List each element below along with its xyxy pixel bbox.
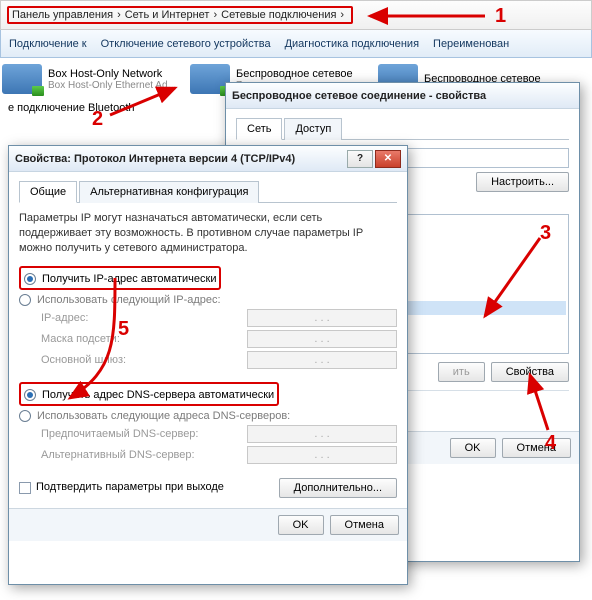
breadcrumb-a[interactable]: Панель управления [12, 9, 113, 21]
field-label: Маска подсети: [41, 333, 120, 345]
field-label: Основной шлюз: [41, 354, 126, 366]
breadcrumb-c[interactable]: Сетевые подключения [221, 9, 336, 21]
network-icon [190, 64, 230, 94]
window-title: Свойства: Протокол Интернета версии 4 (T… [15, 153, 295, 165]
window-titlebar[interactable]: Свойства: Протокол Интернета версии 4 (T… [9, 146, 407, 172]
highlight-auto-ip: Получить IP-адрес автоматически [19, 266, 221, 290]
checkbox-icon [19, 482, 31, 494]
toolbar: Подключение к Отключение сетевого устрой… [0, 30, 592, 58]
tab-general[interactable]: Общие [19, 181, 77, 203]
net-title: Беспроводное сетевое [236, 68, 353, 80]
radio-label: Использовать следующий IP-адрес: [37, 294, 221, 306]
ip-address-field: . . . [247, 309, 397, 327]
field-label: IP-адрес: [41, 312, 88, 324]
net-sub: Box Host-Only Ethernet Ad… [48, 80, 178, 91]
tabs: Общие Альтернативная конфигурация [19, 180, 397, 203]
help-button[interactable]: ? [347, 150, 373, 168]
configure-button[interactable]: Настроить... [476, 172, 569, 192]
properties-button[interactable]: Свойства [491, 362, 569, 382]
radio-label: Получить IP-адрес автоматически [42, 273, 216, 285]
cancel-button[interactable]: Отмена [502, 438, 571, 458]
breadcrumb-highlight: Панель управления › Сеть и Интернет › Се… [7, 6, 353, 24]
net-title: Box Host-Only Network [48, 68, 178, 80]
gateway-field: . . . [247, 351, 397, 369]
breadcrumb-sep: › [336, 9, 348, 21]
radio-auto-dns[interactable]: Получить адрес DNS-сервера автоматически [24, 389, 274, 401]
tool-connect[interactable]: Подключение к [9, 38, 87, 50]
window-titlebar[interactable]: Беспроводное сетевое соединение - свойст… [226, 83, 579, 109]
ok-button[interactable]: OK [450, 438, 496, 458]
tool-diagnose[interactable]: Диагностика подключения [285, 38, 419, 50]
cancel-button[interactable]: Отмена [330, 515, 399, 535]
window-title: Беспроводное сетевое соединение - свойст… [232, 90, 486, 102]
network-icon [2, 64, 42, 94]
net-item[interactable]: Box Host-Only Network Box Host-Only Ethe… [2, 64, 182, 94]
ok-button[interactable]: OK [278, 515, 324, 535]
tab-altconfig[interactable]: Альтернативная конфигурация [79, 181, 259, 203]
radio-manual-dns[interactable]: Использовать следующие адреса DNS-сервер… [19, 410, 397, 422]
install-button[interactable]: ить [438, 362, 485, 382]
ipv4-properties-window: Свойства: Протокол Интернета версии 4 (T… [8, 145, 408, 585]
validate-checkbox-row[interactable]: Подтвердить параметры при выходе [19, 481, 224, 493]
tab-access[interactable]: Доступ [284, 118, 342, 140]
checkbox-label: Подтвердить параметры при выходе [36, 481, 224, 493]
advanced-button[interactable]: Дополнительно... [279, 478, 397, 498]
field-label: Альтернативный DNS-сервер: [41, 449, 195, 461]
highlight-auto-dns: Получить адрес DNS-сервера автоматически [19, 382, 279, 406]
intro-text: Параметры IP могут назначаться автоматич… [19, 211, 397, 256]
dns2-field: . . . [247, 446, 397, 464]
close-button[interactable]: ✕ [375, 150, 401, 168]
dns1-field: . . . [247, 425, 397, 443]
tool-rename[interactable]: Переименован [433, 38, 509, 50]
radio-label: Получить адрес DNS-сервера автоматически [42, 389, 274, 401]
subnet-mask-field: . . . [247, 330, 397, 348]
breadcrumb-b[interactable]: Сеть и Интернет [125, 9, 210, 21]
radio-label: Использовать следующие адреса DNS-сервер… [37, 410, 290, 422]
radio-auto-ip[interactable]: Получить IP-адрес автоматически [24, 273, 216, 285]
breadcrumb: Панель управления › Сеть и Интернет › Се… [0, 0, 592, 30]
tool-disable[interactable]: Отключение сетевого устройства [101, 38, 271, 50]
radio-manual-ip[interactable]: Использовать следующий IP-адрес: [19, 294, 397, 306]
tab-network[interactable]: Сеть [236, 118, 282, 140]
breadcrumb-sep: › [113, 9, 125, 21]
breadcrumb-sep: › [209, 9, 221, 21]
field-label: Предпочитаемый DNS-сервер: [41, 428, 198, 440]
tabs: Сеть Доступ [236, 117, 569, 140]
